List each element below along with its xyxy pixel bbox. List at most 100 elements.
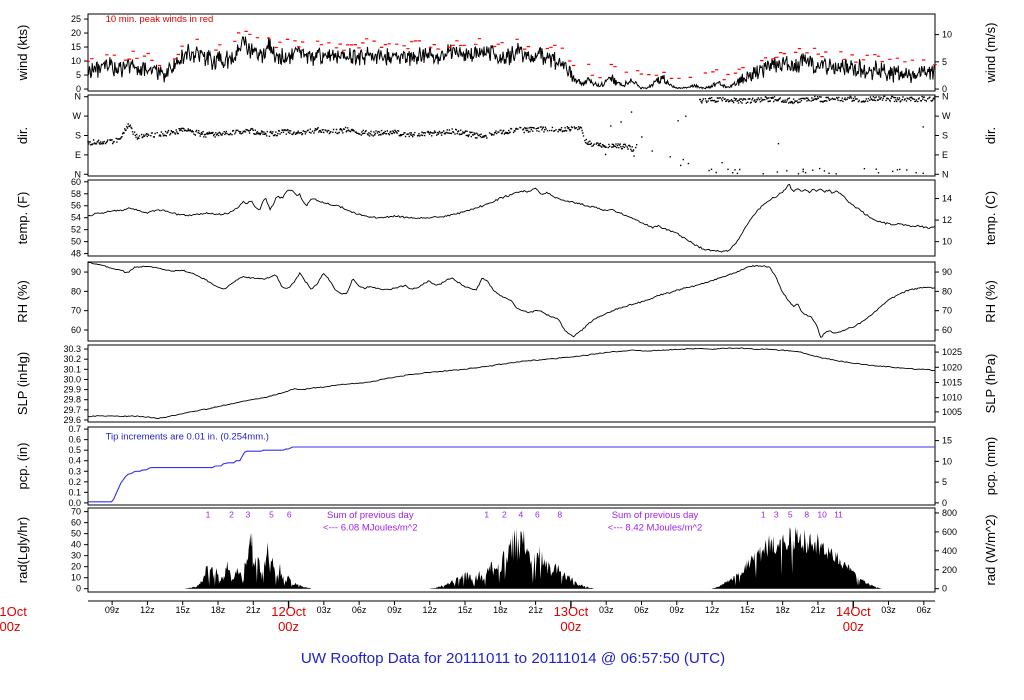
panels-group: 05101520250510wind (kts) wind (m/s)10 min… — [15, 13, 998, 594]
plot-page: 0 5 10 15 20 25 0 5 10 wind (kts) wind (m/s) 10 min… — [0, 0, 1024, 700]
right-tick-label: 70 — [942, 306, 952, 316]
left-tick-label: 20 — [71, 562, 81, 572]
x-start-date-label: 11Oct — [0, 604, 27, 619]
right-tick-label: W — [942, 111, 951, 121]
panel-annotation-rad-12: 6 — [535, 510, 540, 520]
x-tick-label: 09z — [387, 605, 402, 615]
x-tick-label: 03z — [881, 605, 896, 615]
panel-annotation-rad-15: 3 — [774, 510, 779, 520]
left-tick-label: N — [75, 92, 82, 102]
x-tick-label: 15z — [740, 605, 755, 615]
left-tick-label: 30 — [71, 551, 81, 561]
left-tick-label: 0.7 — [68, 424, 81, 434]
left-tick-label: 50 — [71, 237, 81, 247]
right-tick-label: 5 — [942, 57, 947, 67]
left-tick-label: 0.3 — [68, 466, 81, 476]
right-tick-label: 1020 — [942, 362, 962, 372]
x-date-label: 14Oct — [836, 604, 871, 619]
x-date-label-hour: 00z — [843, 619, 864, 634]
x-tick-label: 15z — [458, 605, 473, 615]
left-axis-label-rh: RH (%) — [15, 280, 30, 323]
panel-annotation-rad-8: 6 — [287, 510, 292, 520]
right-tick-label: 80 — [942, 286, 952, 296]
panel-annotation-rad-7: 5 — [269, 510, 274, 520]
series-dir-outliers — [721, 126, 924, 170]
right-tick-label: N — [942, 92, 949, 102]
left-tick-label: 0.1 — [68, 487, 81, 497]
x-tick-label: 18z — [775, 605, 790, 615]
right-axis-label-rh: RH (%) — [983, 280, 998, 323]
panel-dir: NESWNNESWNdir. dir. — [15, 92, 998, 180]
panel-frame-dir — [87, 94, 936, 177]
panel-annotation-rad-9: 1 — [484, 510, 489, 520]
x-tick-label: 12z — [422, 605, 437, 615]
left-tick-label: 60 — [71, 518, 81, 528]
x-tick-label: 03z — [599, 605, 614, 615]
right-tick-label: 200 — [942, 565, 957, 575]
left-tick-label: 30.2 — [63, 354, 81, 364]
series-dir-main-a — [87, 123, 637, 152]
left-tick-label: 80 — [71, 286, 81, 296]
series-dir-low — [708, 167, 924, 175]
right-tick-label: 60 — [942, 325, 952, 335]
left-tick-label: 70 — [71, 507, 81, 517]
x-date-label: 13Oct — [554, 604, 589, 619]
left-axis-label-wind: wind (kts) — [15, 25, 30, 82]
x-tick-label: 18z — [493, 605, 508, 615]
panel-annotation-rad-14: 1 — [761, 510, 766, 520]
left-tick-label: 29.8 — [63, 395, 81, 405]
panel-annotation-rad-16: 5 — [788, 510, 793, 520]
series-temp-f — [87, 183, 936, 253]
right-tick-label: 10 — [942, 237, 952, 247]
left-tick-label: 0.4 — [68, 456, 81, 466]
series-pcp-cumulative — [88, 446, 935, 503]
x-date-label-hour: 00z — [278, 619, 299, 634]
right-tick-label: 1015 — [942, 377, 962, 387]
x-tick-label: 09z — [105, 605, 120, 615]
panel-annotation-rad-11: 4 — [519, 510, 524, 520]
x-date-label: 12Oct — [271, 604, 306, 619]
right-tick-label: 400 — [942, 546, 957, 556]
right-tick-label: 1025 — [942, 347, 962, 357]
x-tick-label: 18z — [211, 605, 226, 615]
left-tick-label: 15 — [71, 42, 81, 52]
panel-annotation-rad-5: 2 — [229, 510, 234, 520]
left-tick-label: 48 — [71, 249, 81, 259]
left-tick-label: 50 — [71, 529, 81, 539]
left-tick-label: 20 — [71, 28, 81, 38]
left-tick-label: 29.9 — [63, 385, 81, 395]
left-tick-label: S — [75, 131, 81, 141]
right-tick-label: 15 — [942, 436, 952, 446]
right-tick-label: 5 — [942, 477, 947, 487]
x-tick-label: 06z — [917, 605, 932, 615]
panel-annotation-rad-17: 8 — [804, 510, 809, 520]
right-axis-label-wind: wind (m/s) — [983, 23, 998, 84]
panel-slp: 29.629.729.829.930.030.130.230.310051010… — [15, 344, 998, 425]
panel-annotation-rad-19: 11 — [834, 510, 843, 520]
right-tick-label: 800 — [942, 508, 957, 518]
series-dir-transition — [604, 111, 690, 167]
left-tick-label: 30.3 — [63, 344, 81, 354]
panel-annotation-rad-18: 10 — [817, 510, 827, 520]
left-tick-label: 58 — [71, 189, 81, 199]
panel-annotation-rad-3: <--- 8.42 MJoules/m^2 — [608, 522, 702, 533]
panel-annotation-rad-4: 1 — [206, 510, 211, 520]
x-tick-label: 06z — [634, 605, 649, 615]
right-tick-label: 0 — [942, 498, 947, 508]
right-tick-label: 10 — [942, 30, 952, 40]
right-axis-label-pcp: pcp. (mm) — [983, 437, 998, 496]
panel-temp: 48 50 52 54 56 58 60 10 12 14 temp. (F) temp. (C) — [15, 177, 998, 259]
right-tick-label: 90 — [942, 267, 952, 277]
right-tick-label: 0 — [942, 584, 947, 594]
left-tick-label: 60 — [71, 177, 81, 187]
chart-title: UW Rooftop Data for 20111011 to 20111014… — [301, 650, 725, 667]
right-tick-label: 14 — [942, 194, 952, 204]
left-axis-label-slp: SLP (inHg) — [15, 352, 30, 415]
x-tick-label: 21z — [528, 605, 543, 615]
weather-multipanel-chart: 05101520250510wind (kts) wind (m/s)10 min… — [0, 13, 998, 667]
panel-annotation-rad-13: 8 — [557, 510, 562, 520]
left-tick-label: 30.0 — [63, 374, 81, 384]
panel-annotation-wind-0: 10 min. peak winds in red — [106, 14, 214, 25]
left-axis-label-rad: rad(Lgly/hr) — [15, 517, 30, 583]
left-tick-label: 40 — [71, 540, 81, 550]
